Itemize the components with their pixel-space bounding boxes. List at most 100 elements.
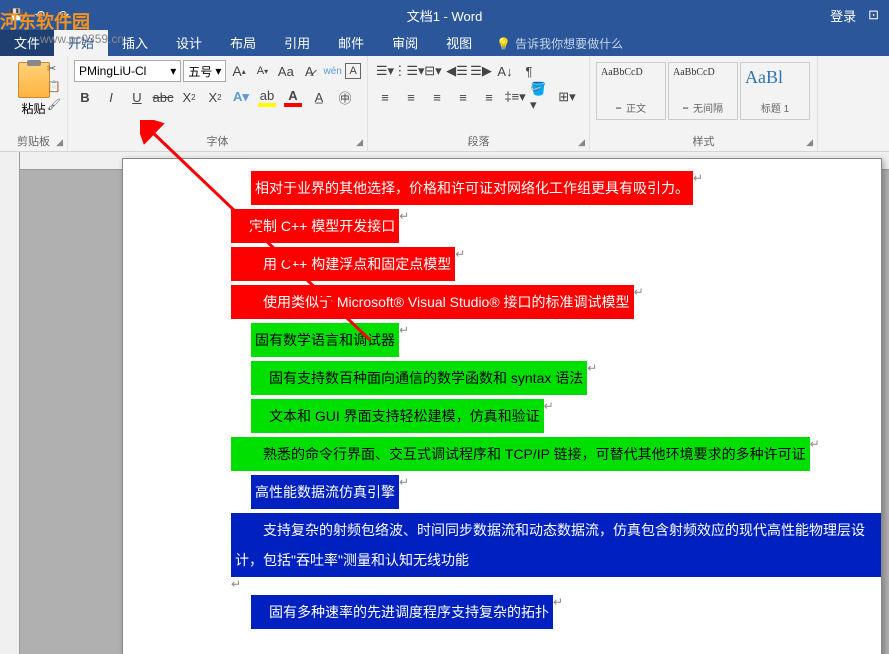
align-left-button[interactable]: ≡ <box>374 86 396 108</box>
highlighted-text[interactable]: 高性能数据流仿真引擎 <box>251 475 399 509</box>
highlighted-text[interactable]: 固有多种速率的先进调度程序支持复杂的拓扑 <box>251 595 553 629</box>
justify-button[interactable]: ≡ <box>452 86 474 108</box>
document-area: 相对于业界的其他选择，价格和许可证对网络化工作组更具有吸引力。↵ 定制 C++ … <box>0 152 889 654</box>
document-page[interactable]: 相对于业界的其他选择，价格和许可证对网络化工作组更具有吸引力。↵ 定制 C++ … <box>122 158 882 654</box>
text-line[interactable]: 文本和 GUI 界面支持轻松建模，仿真和验证↵ <box>123 399 881 433</box>
ribbon-tabs: 文件 开始 插入 设计 布局 引用 邮件 审阅 视图 💡 告诉我你想要做什么 <box>0 30 889 56</box>
font-group-label: 字体 <box>68 133 367 149</box>
styles-launcher-icon[interactable]: ◢ <box>806 137 813 148</box>
paragraph-mark-icon: ↵ <box>231 577 241 591</box>
tab-mailings[interactable]: 邮件 <box>324 29 378 56</box>
change-case-button[interactable]: Aa <box>275 60 296 82</box>
font-launcher-icon[interactable]: ◢ <box>356 137 363 148</box>
align-center-button[interactable]: ≡ <box>400 86 422 108</box>
highlighted-text[interactable]: 固有数学语言和调试器 <box>251 323 399 357</box>
clipboard-launcher-icon[interactable]: ◢ <box>56 137 63 148</box>
dec-indent-button[interactable]: ◀☰ <box>446 60 468 82</box>
highlighted-text[interactable]: 文本和 GUI 界面支持轻松建模，仿真和验证 <box>251 399 544 433</box>
highlighted-text[interactable]: 支持复杂的射频包络波、时间同步数据流和动态数据流，仿真包含射频效应的现代高性能物… <box>231 513 881 577</box>
highlighted-text[interactable]: 用 C++ 构建浮点和固定点模型 <box>231 247 455 281</box>
text-line[interactable]: 定制 C++ 模型开发接口↵ <box>123 209 881 243</box>
shading-button[interactable]: 🪣▾ <box>530 86 552 108</box>
paragraph-mark-icon: ↵ <box>634 285 644 319</box>
bold-button[interactable]: B <box>74 86 96 108</box>
text-line[interactable]: 熟悉的命令行界面、交互式调试程序和 TCP/IP 链接，可替代其他环境要求的多种… <box>123 437 881 471</box>
undo-icon[interactable]: ↶ <box>32 7 48 23</box>
tab-layout[interactable]: 布局 <box>216 29 270 56</box>
style-preview: AaBl <box>745 67 805 100</box>
highlight-button[interactable]: ab <box>256 86 278 108</box>
text-line[interactable]: 固有数学语言和调试器↵ <box>123 323 881 357</box>
font-size-combo[interactable]: 五号▾ <box>183 60 226 82</box>
styles-group: AaBbCcD ╸正文 AaBbCcD ╸无间隔 AaBl 标题 1 样式 ◢ <box>590 56 818 151</box>
shrink-font-button[interactable]: A▾ <box>252 60 273 82</box>
char-border-button[interactable]: A <box>345 63 361 79</box>
show-marks-button[interactable]: ¶ <box>518 60 540 82</box>
grow-font-button[interactable]: A▴ <box>228 60 249 82</box>
paste-icon <box>18 62 50 98</box>
paragraph-mark-icon: ↵ <box>587 361 597 395</box>
ribbon-display-icon[interactable]: ⊡ <box>868 7 879 23</box>
enclose-char-button[interactable]: ㊥ <box>334 86 356 108</box>
window-title: 文档1 - Word <box>407 6 483 25</box>
subscript-button[interactable]: X2 <box>178 86 200 108</box>
highlighted-text[interactable]: 使用类似于 Microsoft® Visual Studio® 接口的标准调试模… <box>231 285 634 319</box>
text-line[interactable]: 相对于业界的其他选择，价格和许可证对网络化工作组更具有吸引力。↵ <box>123 171 881 205</box>
highlighted-text[interactable]: 固有支持数百种面向通信的数学函数和 syntax 语法 <box>251 361 587 395</box>
login-link[interactable]: 登录 <box>830 6 856 25</box>
highlighted-text[interactable]: 定制 C++ 模型开发接口 <box>231 209 399 243</box>
phonetic-button[interactable]: wén <box>322 60 343 82</box>
tab-view[interactable]: 视图 <box>432 29 486 56</box>
italic-button[interactable]: I <box>100 86 122 108</box>
style-normal[interactable]: AaBbCcD ╸正文 <box>596 62 666 120</box>
cut-icon[interactable]: ✂ <box>47 62 61 76</box>
distribute-button[interactable]: ≡ <box>478 86 500 108</box>
redo-icon[interactable]: ↷ <box>56 7 72 23</box>
numbering-button[interactable]: ⋮☰▾ <box>398 60 420 82</box>
tab-review[interactable]: 审阅 <box>378 29 432 56</box>
tab-references[interactable]: 引用 <box>270 29 324 56</box>
text-line[interactable]: 高性能数据流仿真引擎↵ <box>123 475 881 509</box>
vertical-ruler[interactable] <box>0 170 20 654</box>
font-color-button[interactable]: A <box>282 86 304 108</box>
highlighted-text[interactable]: 相对于业界的其他选择，价格和许可证对网络化工作组更具有吸引力。 <box>251 171 693 205</box>
text-line[interactable]: 固有多种速率的先进调度程序支持复杂的拓扑↵ <box>123 595 881 629</box>
style-preview: AaBbCcD <box>673 67 733 100</box>
tell-me-search[interactable]: 💡 告诉我你想要做什么 <box>486 31 633 56</box>
strike-button[interactable]: abc <box>152 86 174 108</box>
style-preview: AaBbCcD <box>601 67 661 100</box>
multilevel-button[interactable]: ⊟▾ <box>422 60 444 82</box>
paragraph-mark-icon: ↵ <box>553 595 563 629</box>
text-effects-button[interactable]: A▾ <box>230 86 252 108</box>
ruler-corner <box>0 152 20 172</box>
text-line[interactable]: 使用类似于 Microsoft® Visual Studio® 接口的标准调试模… <box>123 285 881 319</box>
line-spacing-button[interactable]: ‡≡▾ <box>504 86 526 108</box>
paste-button[interactable]: 粘贴 <box>18 60 50 117</box>
clear-format-button[interactable]: A̷ <box>299 60 320 82</box>
text-line[interactable]: 固有支持数百种面向通信的数学函数和 syntax 语法↵ <box>123 361 881 395</box>
watermark-url: www.pc0359.cn <box>40 32 124 46</box>
align-right-button[interactable]: ≡ <box>426 86 448 108</box>
style-name: 标题 1 <box>745 100 805 115</box>
font-name-combo[interactable]: PMingLiU-Cl▾ <box>74 60 181 82</box>
style-nospacing[interactable]: AaBbCcD ╸无间隔 <box>668 62 738 120</box>
highlighted-text[interactable]: 熟悉的命令行界面、交互式调试程序和 TCP/IP 链接，可替代其他环境要求的多种… <box>231 437 810 471</box>
tab-design[interactable]: 设计 <box>162 29 216 56</box>
text-line[interactable]: 用 C++ 构建浮点和固定点模型↵ <box>123 247 881 281</box>
style-heading1[interactable]: AaBl 标题 1 <box>740 62 810 120</box>
title-bar: 💾 ↶ ↷ 文档1 - Word 登录 ⊡ <box>0 0 889 30</box>
paragraph-launcher-icon[interactable]: ◢ <box>578 137 585 148</box>
char-shading-button[interactable]: A̲ <box>308 86 330 108</box>
borders-button[interactable]: ⊞▾ <box>556 86 578 108</box>
save-icon[interactable]: 💾 <box>8 7 24 23</box>
format-painter-icon[interactable]: 🖌 <box>47 98 61 112</box>
quick-access-toolbar: 💾 ↶ ↷ <box>0 7 72 23</box>
inc-indent-button[interactable]: ☰▶ <box>470 60 492 82</box>
sort-button[interactable]: A↓ <box>494 60 516 82</box>
text-line[interactable]: 支持复杂的射频包络波、时间同步数据流和动态数据流，仿真包含射频效应的现代高性能物… <box>123 513 881 591</box>
superscript-button[interactable]: X2 <box>204 86 226 108</box>
style-name: ╸正文 <box>601 100 661 115</box>
underline-button[interactable]: U <box>126 86 148 108</box>
clipboard-group: 粘贴 ✂ 📋 🖌 剪贴板 ◢ <box>0 56 68 151</box>
copy-icon[interactable]: 📋 <box>47 80 61 94</box>
